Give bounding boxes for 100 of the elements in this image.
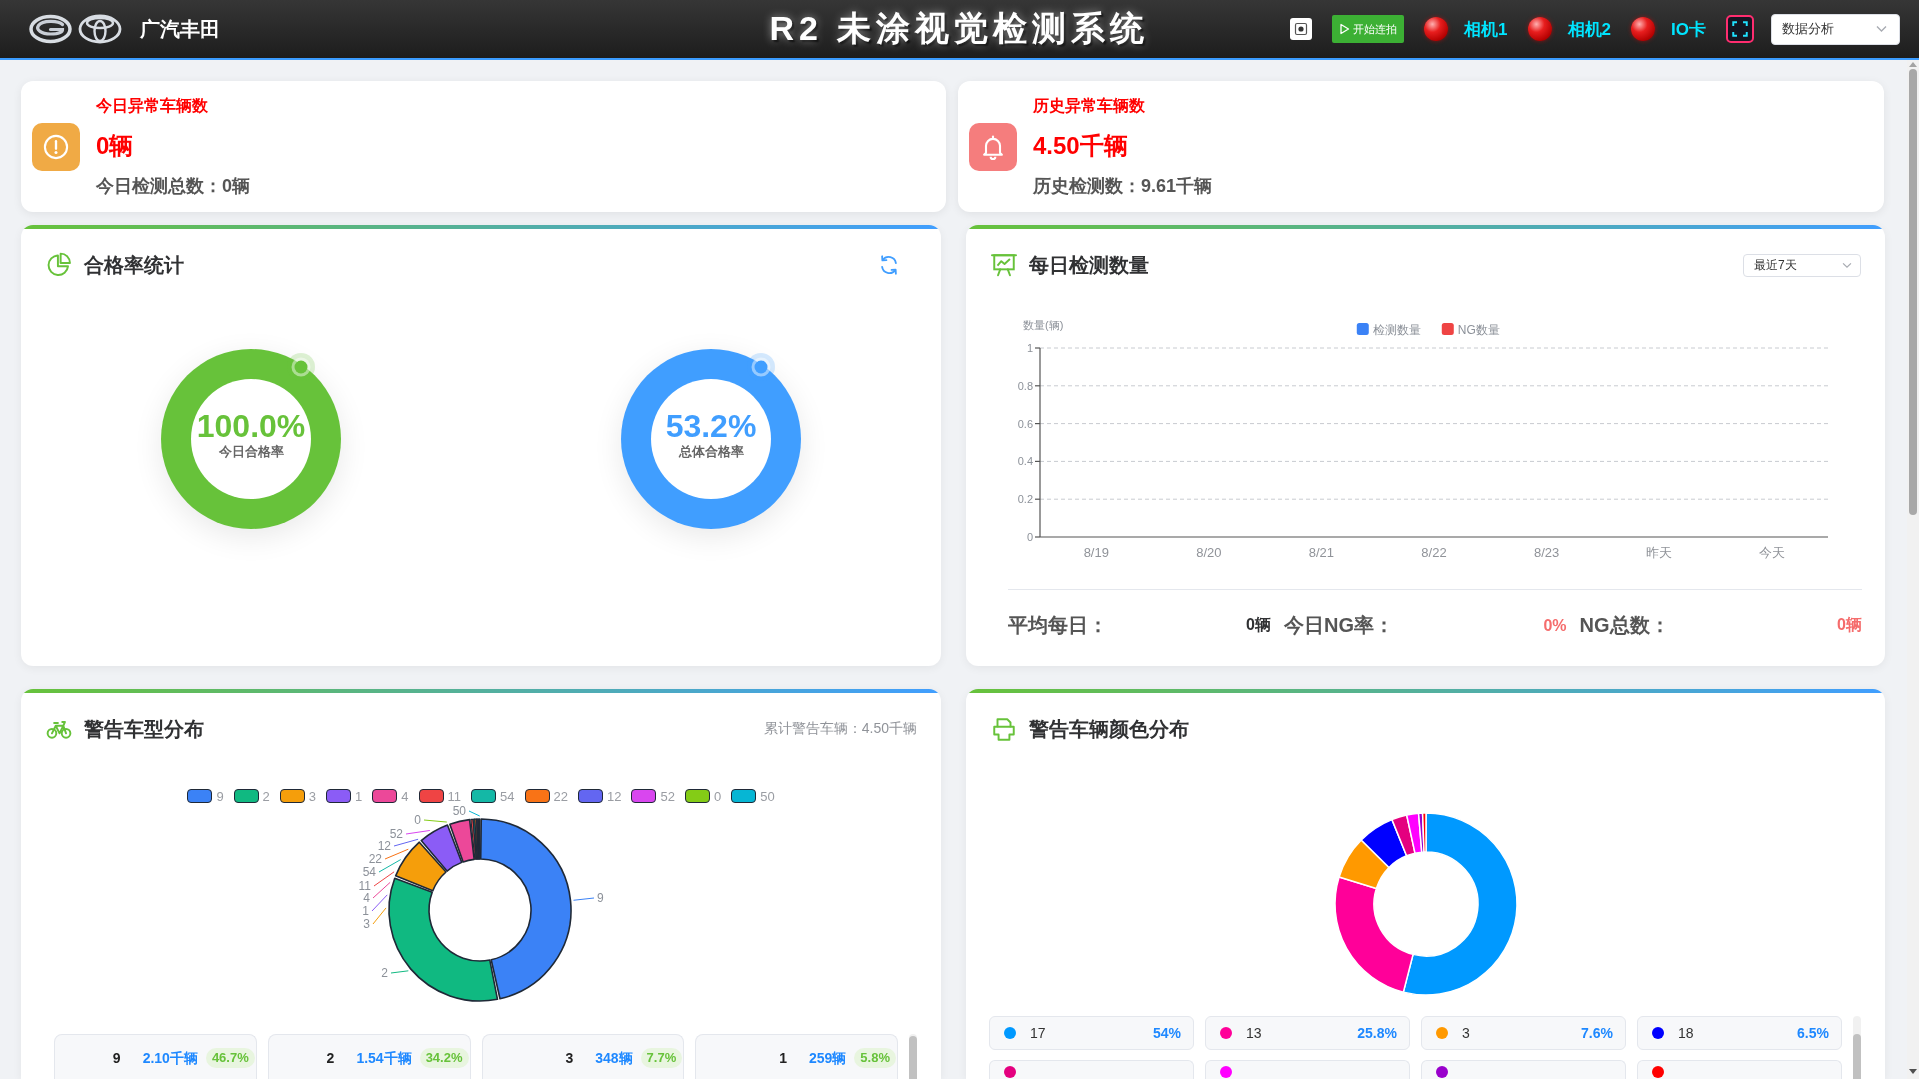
legend-label[interactable]: 4 xyxy=(401,788,409,804)
legend-swatch-icon[interactable] xyxy=(684,789,710,803)
device-label: 相机2 xyxy=(1567,18,1612,41)
legend-swatch-icon[interactable] xyxy=(524,789,550,803)
range-select[interactable]: 最近7天 xyxy=(1743,253,1861,277)
warning-icon xyxy=(32,122,80,171)
legend-swatch-icon[interactable] xyxy=(233,789,259,803)
axis-tick-label: 0.6 xyxy=(1017,417,1033,430)
legend-label[interactable]: 54 xyxy=(500,788,515,804)
color-code: 17 xyxy=(1030,1025,1046,1041)
stat-value: 0辆 xyxy=(1246,615,1271,635)
legend-swatch-icon[interactable] xyxy=(326,789,352,803)
axis-label: 8/22 xyxy=(1421,544,1447,560)
slice-label: 12 xyxy=(377,839,391,853)
chevron-down-icon xyxy=(1842,261,1852,269)
legend-label[interactable]: 2 xyxy=(262,788,270,804)
legend-label[interactable]: 22 xyxy=(553,788,568,804)
share-percent: 25.8% xyxy=(1357,1025,1397,1041)
color-code: 18 xyxy=(1678,1025,1694,1041)
panel-title: 合格率统计 xyxy=(84,252,184,278)
legend-label[interactable]: 检测数量 xyxy=(1372,322,1421,337)
slice-label: 50 xyxy=(452,804,466,818)
refresh-icon[interactable] xyxy=(878,254,900,276)
share-percent: 7.6% xyxy=(1581,1025,1613,1041)
legend-label[interactable]: 3 xyxy=(308,788,317,804)
axis-label: 昨天 xyxy=(1646,544,1673,560)
legend-label[interactable]: 52 xyxy=(660,788,675,804)
legend-label[interactable]: 50 xyxy=(760,788,775,804)
axis-tick-label: 0.4 xyxy=(1017,455,1033,468)
fullscreen-button[interactable] xyxy=(1726,15,1754,43)
axis-title: 数量(辆) xyxy=(1023,319,1064,331)
legend-swatch-icon[interactable] xyxy=(187,789,213,803)
legend-swatch-icon[interactable] xyxy=(418,789,444,803)
slice-label: 2 xyxy=(381,966,388,980)
record-icon xyxy=(1294,22,1309,36)
inspection-total: 历史检测数：9.61千辆 xyxy=(1033,174,1213,198)
stat-label: 今日NG率： xyxy=(1284,613,1394,638)
slice-label: 1 xyxy=(362,904,369,918)
leader-line xyxy=(372,881,391,899)
pie-chart-icon xyxy=(46,252,72,278)
legend-swatch-icon[interactable] xyxy=(279,789,305,803)
legend-swatch-icon[interactable] xyxy=(1441,323,1454,335)
legend-swatch-icon[interactable] xyxy=(578,789,603,803)
slice-label: 11 xyxy=(358,879,371,893)
brand-name: 广汽丰田 xyxy=(140,16,220,42)
axis-tick-label: 0.8 xyxy=(1017,379,1033,392)
capture-button[interactable] xyxy=(1290,18,1313,40)
card-title: 今日异常车辆数 xyxy=(96,95,209,116)
slice-label: 4 xyxy=(363,891,370,905)
slice-label: 9 xyxy=(597,891,604,905)
legend-label[interactable]: 9 xyxy=(216,788,224,804)
stat-label: NG总数： xyxy=(1579,613,1670,638)
leader-line xyxy=(384,848,409,860)
legend-label[interactable]: 1 xyxy=(355,788,363,804)
stat-label: 平均每日： xyxy=(1008,613,1108,638)
legend-swatch-icon[interactable] xyxy=(731,789,757,803)
legend-label[interactable]: NG数量 xyxy=(1457,322,1500,337)
leader-line xyxy=(405,830,431,835)
leader-line xyxy=(390,970,409,974)
share-badge: 34.2% xyxy=(419,1048,469,1068)
stat-value: 0辆 xyxy=(1837,615,1862,635)
slice-label: 0 xyxy=(414,813,421,827)
legend-swatch-icon[interactable] xyxy=(631,789,657,803)
slice-label: 52 xyxy=(389,827,403,841)
legend-swatch-icon[interactable] xyxy=(372,789,398,803)
bell-icon xyxy=(969,122,1017,171)
view-select[interactable]: 数据分析 xyxy=(1771,13,1900,45)
panel-title: 每日检测数量 xyxy=(1029,252,1149,278)
start-burst-button[interactable]: 开始连拍 xyxy=(1332,15,1405,43)
leader-line xyxy=(372,907,387,925)
logo-icon xyxy=(78,14,122,44)
vehicle-count: 2.10千辆 xyxy=(142,1049,198,1068)
card-title: 历史异常车辆数 xyxy=(1033,95,1146,116)
model-name: 9 xyxy=(112,1049,121,1068)
legend-label[interactable]: 11 xyxy=(447,788,462,804)
legend-swatch-icon[interactable] xyxy=(1356,323,1369,335)
device-label: IO卡 xyxy=(1671,18,1706,41)
legend-label[interactable]: 12 xyxy=(607,788,622,804)
legend-label[interactable]: 0 xyxy=(713,788,722,804)
printer-icon xyxy=(991,716,1017,742)
model-name: 3 xyxy=(565,1049,574,1068)
page-scrollbar[interactable] xyxy=(1907,60,1919,1079)
axis-label: 8/23 xyxy=(1533,544,1560,560)
warning-total: 累计警告车辆：4.50千辆 xyxy=(763,720,917,738)
pass-rate-label: 今日合格率 xyxy=(218,443,284,461)
play-icon xyxy=(1339,23,1351,35)
slice-label: 22 xyxy=(368,852,382,866)
leader-line xyxy=(371,894,388,912)
device-label: 相机1 xyxy=(1464,18,1508,41)
color-code: 13 xyxy=(1246,1025,1262,1041)
slice-label: 54 xyxy=(362,865,376,879)
panel-title: 警告车型分布 xyxy=(84,716,204,742)
legend-swatch-icon[interactable] xyxy=(471,789,497,803)
pass-rate-value: 53.2% xyxy=(665,409,757,443)
model-name: 2 xyxy=(326,1049,335,1068)
share-badge: 7.7% xyxy=(640,1048,683,1068)
list-scrollbar[interactable] xyxy=(909,1034,917,1079)
axis-label: 8/19 xyxy=(1083,544,1109,560)
list-scrollbar[interactable] xyxy=(1853,1016,1861,1079)
color-code: 3 xyxy=(1462,1025,1470,1041)
